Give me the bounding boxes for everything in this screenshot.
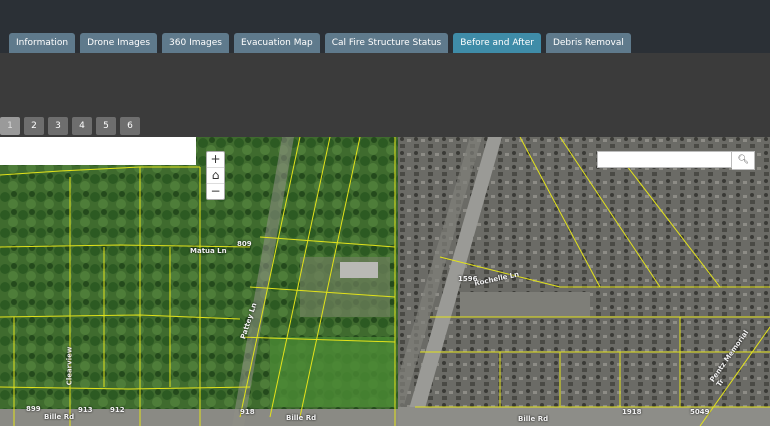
parcel-number: 1918 bbox=[622, 408, 642, 416]
tab-calfire-structure-status[interactable]: Cal Fire Structure Status bbox=[324, 33, 449, 53]
tab-before-and-after[interactable]: Before and After bbox=[453, 33, 541, 53]
parcel-number: 918 bbox=[240, 408, 255, 416]
page-6-button[interactable]: 6 bbox=[120, 117, 140, 135]
page-3-button[interactable]: 3 bbox=[48, 117, 68, 135]
street-label-matua: Matua Ln bbox=[190, 247, 227, 255]
swipe-info-panel bbox=[0, 137, 196, 165]
parcel-number: 913 bbox=[78, 406, 93, 414]
parcel-number: 809 bbox=[237, 240, 252, 248]
map-imagery bbox=[0, 137, 770, 426]
page-2-button[interactable]: 2 bbox=[24, 117, 44, 135]
street-label-bille-right: Bille Rd bbox=[518, 415, 549, 423]
top-bar: Information Drone Images 360 Images Evac… bbox=[0, 0, 770, 53]
street-label-bille-mid: Bille Rd bbox=[286, 414, 317, 422]
page-selector: 1 2 3 4 5 6 bbox=[0, 117, 140, 135]
street-label-bille-left: Bille Rd bbox=[44, 413, 75, 421]
tab-debris-removal[interactable]: Debris Removal bbox=[545, 33, 631, 53]
tab-evacuation-map[interactable]: Evacuation Map bbox=[233, 33, 320, 53]
search-icon[interactable]: 🔍︎ bbox=[732, 151, 755, 170]
map-search: 🔍︎ bbox=[597, 151, 755, 170]
zoom-controls: + ⌂ − bbox=[206, 151, 225, 200]
page-1-button[interactable]: 1 bbox=[0, 117, 20, 135]
parcel-number: 5049 bbox=[690, 408, 710, 416]
zoom-in-button[interactable]: + bbox=[207, 152, 224, 168]
parcel-number: 899 bbox=[26, 405, 41, 413]
tab-360-images[interactable]: 360 Images bbox=[162, 33, 229, 53]
search-input[interactable] bbox=[597, 151, 733, 168]
tab-drone-images[interactable]: Drone Images bbox=[80, 33, 158, 53]
tab-bar: Information Drone Images 360 Images Evac… bbox=[9, 33, 631, 53]
page-5-button[interactable]: 5 bbox=[96, 117, 116, 135]
street-label-clearview: Clearview bbox=[65, 346, 74, 386]
page-4-button[interactable]: 4 bbox=[72, 117, 92, 135]
home-button[interactable]: ⌂ bbox=[207, 168, 224, 184]
zoom-out-button[interactable]: − bbox=[207, 184, 224, 199]
parcel-number: 1596 bbox=[458, 275, 478, 283]
before-after-map[interactable]: + ⌂ − 🔍︎ Matua Ln Pattey Ln Clearview Ro… bbox=[0, 137, 770, 426]
tab-information[interactable]: Information bbox=[9, 33, 76, 53]
parcel-number: 912 bbox=[110, 406, 125, 414]
